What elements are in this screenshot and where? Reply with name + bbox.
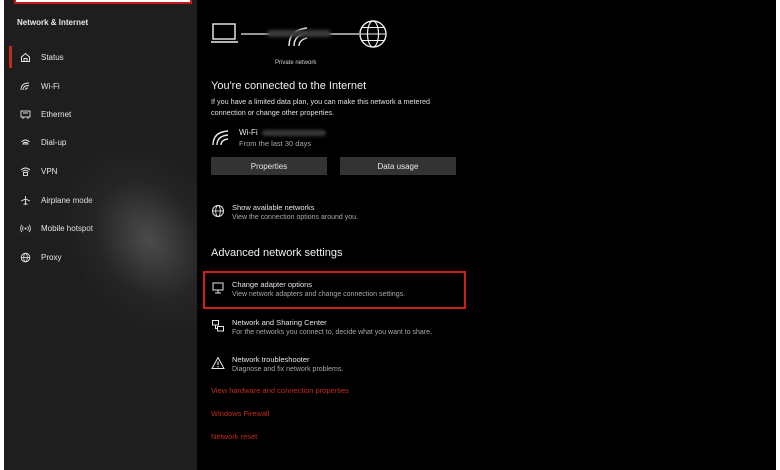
show-networks-subtitle: View the connection options around you. <box>232 214 358 221</box>
sidebar-item-mobile-hotspot[interactable]: Mobile hotspot <box>9 217 197 239</box>
globe-icon <box>211 204 225 218</box>
dialup-icon <box>17 136 33 148</box>
sidebar-item-status[interactable]: Status <box>9 46 197 68</box>
network-type-label: Private network <box>275 60 317 66</box>
sidebar-item-label: Mobile hotspot <box>41 223 94 233</box>
network-name-redacted <box>267 30 331 37</box>
sharing-center-subtitle: For the networks you connect to, decide … <box>232 329 432 336</box>
sidebar-item-label: Status <box>41 52 64 62</box>
monitor-icon <box>211 281 225 295</box>
search-input[interactable] <box>14 0 192 4</box>
sidebar-item-wifi[interactable]: Wi-Fi <box>9 75 197 97</box>
vpn-icon <box>17 165 33 177</box>
airplane-icon <box>17 194 33 206</box>
ethernet-icon <box>17 108 33 120</box>
sharing-center-title: Network and Sharing Center <box>232 318 327 327</box>
adapter-options-subtitle: View network adapters and change connect… <box>232 291 406 298</box>
advanced-settings-heading: Advanced network settings <box>211 247 343 259</box>
sidebar-item-label: Proxy <box>41 252 62 262</box>
warning-icon <box>211 356 225 370</box>
wifi-icon <box>211 128 231 148</box>
sidebar-section-title: Network & Internet <box>17 18 89 27</box>
wifi-icon <box>17 80 33 92</box>
connection-description: If you have a limited data plan, you can… <box>211 97 430 117</box>
troubleshooter-subtitle: Diagnose and fix network problems. <box>232 366 344 373</box>
sidebar-item-airplane-mode[interactable]: Airplane mode <box>9 189 197 211</box>
change-adapter-options-link[interactable]: Change adapter options View network adap… <box>211 280 405 300</box>
globe-icon <box>17 251 33 263</box>
sidebar-item-dialup[interactable]: Dial-up <box>9 131 197 153</box>
sidebar-item-label: Ethernet <box>41 109 72 119</box>
sidebar-item-ethernet[interactable]: Ethernet <box>9 103 197 125</box>
sharing-center-icon <box>211 319 225 333</box>
windows-firewall-link[interactable]: Windows Firewall <box>211 409 269 418</box>
sidebar-item-proxy[interactable]: Proxy <box>9 246 197 268</box>
sidebar-item-vpn[interactable]: VPN <box>9 160 197 182</box>
page-margin <box>776 0 780 470</box>
network-sharing-center-link[interactable]: Network and Sharing Center For the netwo… <box>211 318 432 338</box>
globe-icon <box>359 20 387 48</box>
laptop-icon <box>210 23 238 43</box>
show-networks-title: Show available networks <box>232 203 315 212</box>
data-usage-button[interactable]: Data usage <box>340 157 456 175</box>
connection-type-label: Wi-Fi <box>239 128 258 137</box>
adapter-options-title: Change adapter options <box>232 280 313 289</box>
sidebar-item-label: Dial-up <box>41 137 67 147</box>
main-panel: Private network You're connected to the … <box>197 0 776 470</box>
connection-status-heading: You're connected to the Internet <box>211 80 367 92</box>
hardware-properties-link[interactable]: View hardware and connection properties <box>211 386 349 395</box>
home-icon <box>17 51 33 63</box>
sidebar-item-label: Wi-Fi <box>41 81 60 91</box>
sidebar-item-label: Airplane mode <box>41 195 93 205</box>
sidebar-item-label: VPN <box>41 166 58 176</box>
ssid-redacted <box>261 129 326 136</box>
network-troubleshooter-link[interactable]: Network troubleshooter Diagnose and fix … <box>211 355 343 375</box>
network-reset-link[interactable]: Network reset <box>211 432 257 441</box>
wifi-connection-info: Wi-Fi From the last 30 days <box>211 125 326 151</box>
sidebar: Network & Internet Status Wi-Fi Ethernet… <box>4 0 197 470</box>
data-period-label: From the last 30 days <box>239 139 312 148</box>
properties-button[interactable]: Properties <box>211 157 327 175</box>
troubleshooter-title: Network troubleshooter <box>232 355 310 364</box>
show-available-networks-link[interactable]: Show available networks View the connect… <box>211 203 358 223</box>
hotspot-icon <box>17 222 33 234</box>
